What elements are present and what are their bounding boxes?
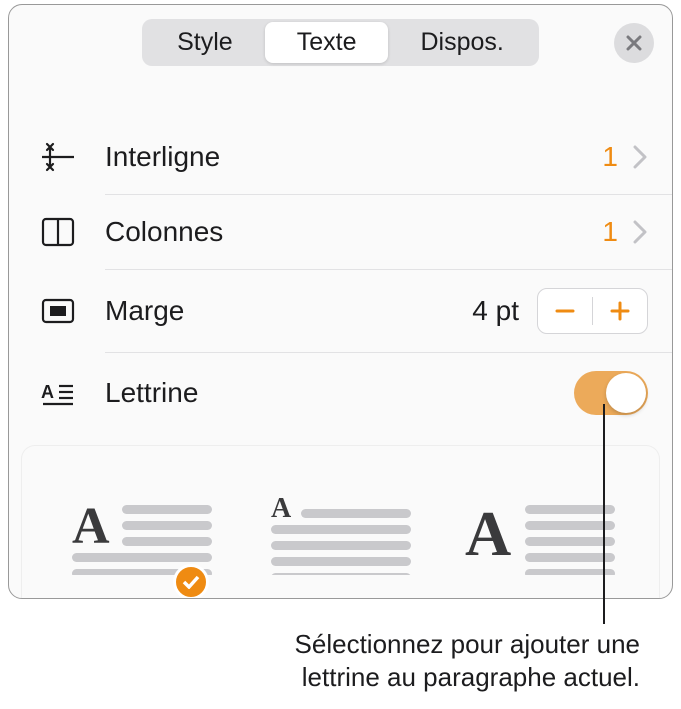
drop-cap-style-2-icon: A (271, 495, 411, 575)
callout-leader-line (603, 404, 605, 624)
svg-text:A: A (271, 495, 292, 524)
tabs-bar: Style Texte Dispos. (9, 5, 672, 84)
drop-cap-style-3-icon: A (465, 495, 615, 575)
tab-style[interactable]: Style (145, 22, 265, 63)
line-spacing-value: 1 (602, 141, 632, 173)
row-drop-cap: A Lettrine (9, 353, 672, 433)
drop-cap-option-2[interactable]: A (256, 480, 426, 590)
segmented-control: Style Texte Dispos. (142, 19, 539, 66)
selected-check-icon (173, 564, 209, 599)
caption-line-2: lettrine au paragraphe actuel. (302, 662, 640, 692)
svg-text:A: A (465, 498, 511, 569)
chevron-right-icon (632, 144, 648, 170)
margin-decrease-button[interactable] (538, 289, 592, 333)
margin-icon (39, 292, 81, 330)
svg-text:A: A (72, 498, 110, 555)
margin-value: 4 pt (472, 295, 537, 327)
margin-stepper (537, 288, 648, 334)
columns-icon (39, 213, 81, 251)
drop-cap-option-3[interactable]: A (455, 480, 625, 590)
row-columns[interactable]: Colonnes 1 (9, 195, 672, 269)
close-button[interactable] (614, 23, 654, 63)
tab-text[interactable]: Texte (265, 22, 389, 63)
columns-label: Colonnes (105, 216, 223, 248)
drop-cap-label: Lettrine (105, 377, 198, 409)
settings-list: Interligne 1 Colonnes 1 (9, 84, 672, 599)
tab-layout[interactable]: Dispos. (388, 22, 535, 63)
row-line-spacing[interactable]: Interligne 1 (9, 120, 672, 194)
margin-label: Marge (105, 295, 184, 327)
caption-line-1: Sélectionnez pour ajouter une (295, 629, 640, 659)
plus-icon (609, 300, 631, 322)
columns-value: 1 (602, 216, 632, 248)
margin-increase-button[interactable] (593, 289, 647, 333)
line-spacing-label: Interligne (105, 141, 220, 173)
minus-icon (554, 300, 576, 322)
drop-cap-options: A A (21, 445, 660, 599)
switch-knob (606, 373, 646, 413)
row-margin: Marge 4 pt (9, 270, 672, 352)
formatting-panel: Style Texte Dispos. Interligne 1 (8, 4, 673, 599)
svg-text:A: A (41, 382, 54, 402)
close-icon (625, 34, 643, 52)
drop-cap-style-1-icon: A (72, 495, 212, 575)
drop-cap-icon: A (39, 374, 81, 412)
drop-cap-option-1[interactable]: A (57, 480, 227, 590)
line-spacing-icon (39, 138, 81, 176)
drop-cap-toggle[interactable] (574, 371, 648, 415)
chevron-right-icon (632, 219, 648, 245)
callout-caption: Sélectionnez pour ajouter une lettrine a… (0, 628, 660, 693)
